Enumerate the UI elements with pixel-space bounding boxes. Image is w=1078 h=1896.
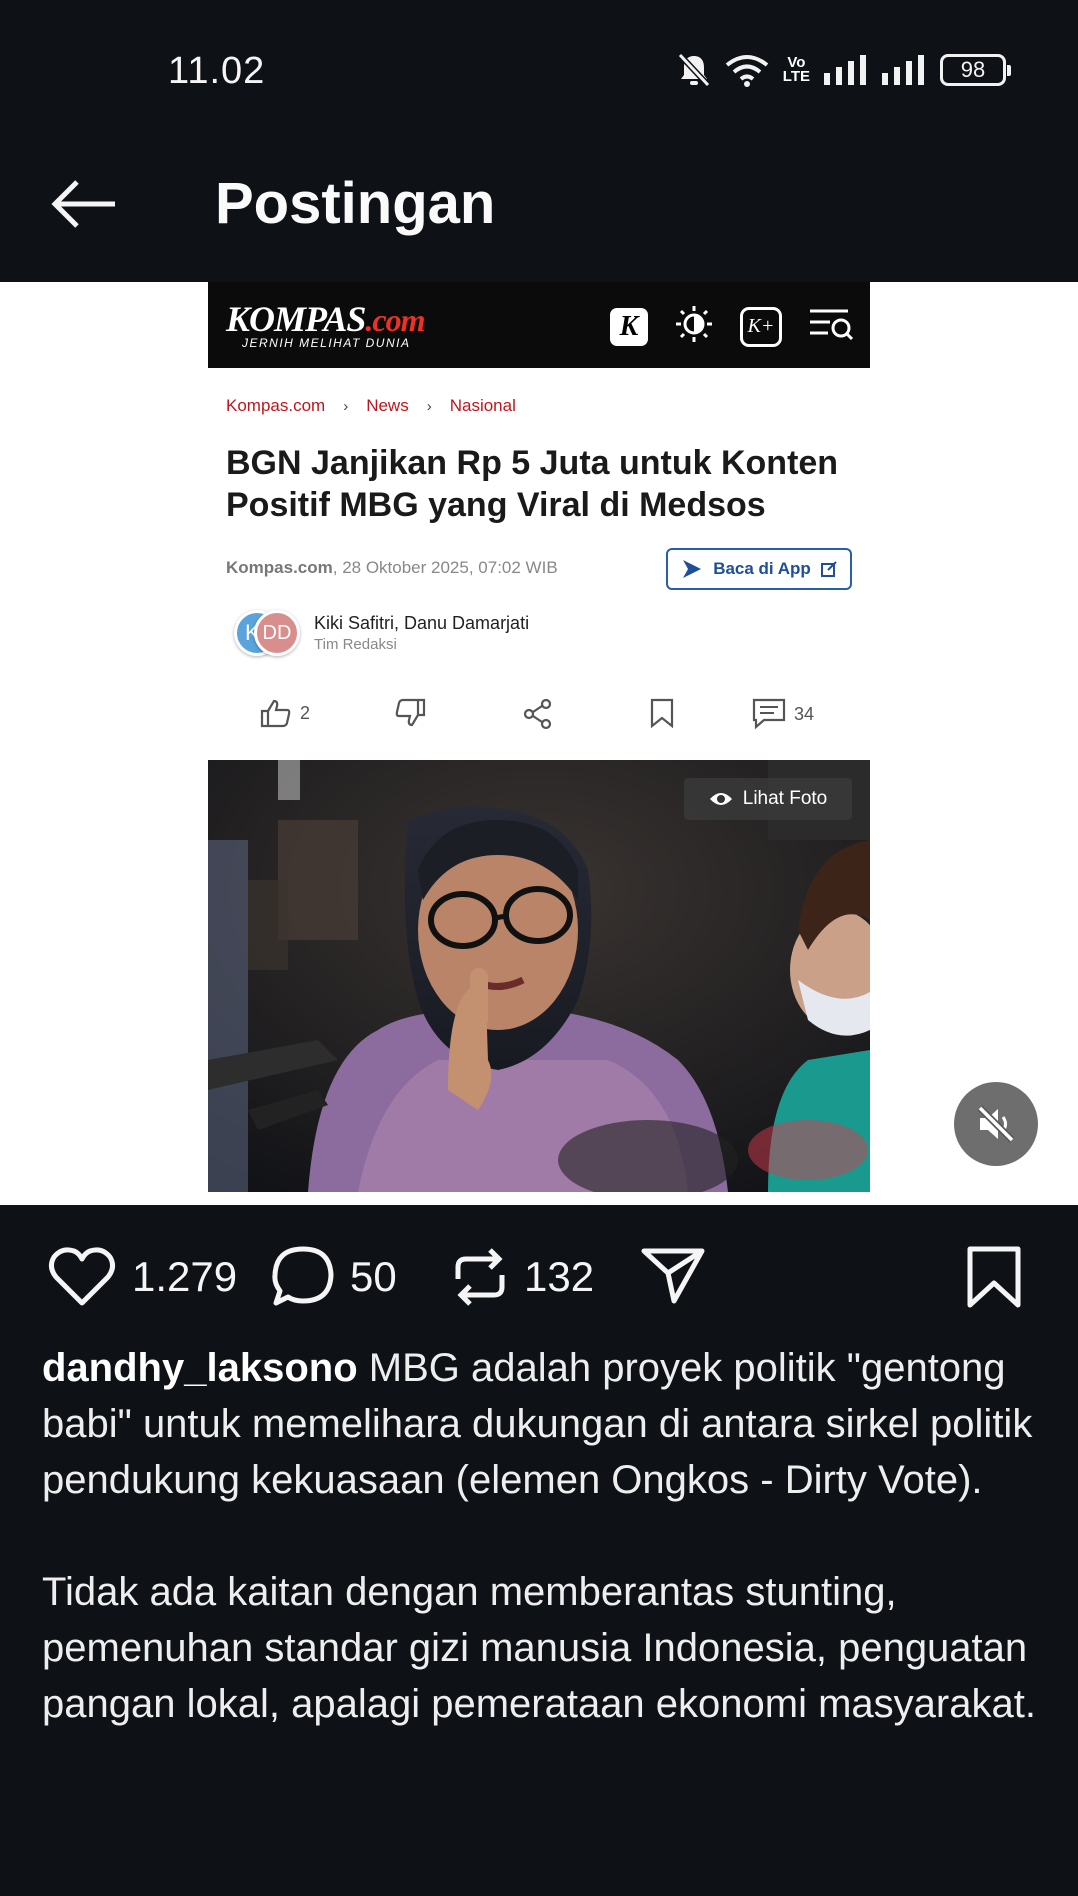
caption-paragraph: Tidak ada kaitan dengan memberantas stun… <box>42 1570 1036 1726</box>
comment-icon <box>752 698 786 730</box>
volte-icon: Vo LTE <box>782 54 810 85</box>
like-button[interactable]: 1.279 <box>46 1245 237 1309</box>
article-title: BGN Janjikan Rp 5 Juta untuk Konten Posi… <box>226 444 839 524</box>
author-names: Kiki Safitri, Danu Damarjati <box>314 613 530 633</box>
bell-muted-icon <box>677 52 711 88</box>
post-media[interactable]: KOMPAS.com JERNIH MELIHAT DUNIA K K+ Kom… <box>0 282 1078 1205</box>
arrow-left-icon <box>51 180 115 228</box>
breadcrumb-item: News <box>366 396 409 415</box>
kompas-navbar: KOMPAS.com JERNIH MELIHAT DUNIA K K+ <box>208 282 870 368</box>
kompas-logo: KOMPAS.com <box>226 299 425 339</box>
avatar: DD <box>254 610 300 656</box>
back-button[interactable] <box>44 174 124 234</box>
bookmark-reaction <box>648 698 676 728</box>
thumbs-up-icon <box>260 699 291 728</box>
chevron-right-icon: › <box>343 397 349 415</box>
heart-icon <box>48 1247 116 1306</box>
dislike-reaction <box>394 698 426 728</box>
external-link-icon <box>820 561 837 577</box>
thumbs-down-icon <box>395 698 426 727</box>
share-reaction <box>522 698 554 730</box>
view-photo-button: Lihat Foto <box>684 778 852 820</box>
volume-muted-icon <box>977 1105 1015 1143</box>
kplus-icon: K+ <box>740 306 782 347</box>
mute-button[interactable] <box>954 1082 1038 1166</box>
send-button[interactable] <box>640 1245 706 1305</box>
post-actions: 1.279 50 132 <box>0 1205 1078 1345</box>
save-button[interactable] <box>966 1245 1022 1309</box>
page-title: Postingan <box>215 171 496 236</box>
menu-search-icon <box>808 306 854 347</box>
wifi-icon <box>725 53 769 87</box>
top-header: Postingan <box>0 150 1078 282</box>
battery-icon: 98 <box>940 54 1011 86</box>
article-authors: K DD Kiki Safitri, Danu Damarjati Tim Re… <box>234 610 529 656</box>
bookmark-icon <box>650 698 674 728</box>
caption-paragraph: dandhy_laksono MBG adalah proyek politik… <box>42 1346 1033 1502</box>
article-screenshot: KOMPAS.com JERNIH MELIHAT DUNIA K K+ Kom… <box>208 282 870 1192</box>
breadcrumb: Kompas.com › News › Nasional <box>226 396 516 416</box>
like-count: 1.279 <box>132 1253 238 1300</box>
article-meta: Kompas.com, 28 Oktober 2025, 07:02 WIB <box>226 558 558 578</box>
like-reaction: 2 <box>260 698 310 728</box>
kompas-tools: K K+ <box>610 304 854 349</box>
send-icon <box>641 1248 705 1304</box>
share-icon <box>523 698 552 730</box>
post-caption: dandhy_laksono MBG adalah proyek politik… <box>42 1340 1042 1788</box>
k-icon: K <box>610 307 648 346</box>
kompas-tagline: JERNIH MELIHAT DUNIA <box>242 336 411 350</box>
article-reactions: 2 34 <box>208 690 870 740</box>
article-date: , 28 Oktober 2025, 07:02 WIB <box>332 558 558 577</box>
eye-icon <box>709 793 732 805</box>
chevron-right-icon: › <box>426 397 432 415</box>
brightness-icon <box>674 304 714 349</box>
repost-count: 132 <box>524 1253 595 1300</box>
breadcrumb-item: Nasional <box>449 396 516 415</box>
repost-button[interactable]: 132 <box>450 1245 594 1309</box>
comment-button[interactable]: 50 <box>270 1245 397 1309</box>
press-photo <box>208 760 870 1192</box>
status-time: 11.02 <box>168 50 266 92</box>
comment-reaction: 34 <box>752 698 814 730</box>
battery-level: 98 <box>960 57 986 82</box>
repost-icon <box>455 1248 505 1306</box>
article-source: Kompas.com <box>226 558 333 577</box>
author-team: Tim Redaksi <box>314 636 397 653</box>
comment-count: 50 <box>350 1253 397 1300</box>
signal-icon <box>882 55 926 85</box>
app-logo-icon <box>683 560 702 578</box>
post-username[interactable]: dandhy_laksono <box>42 1346 358 1390</box>
article-photo: Lihat Foto <box>208 760 870 1192</box>
read-in-app-button: Baca di App <box>666 548 852 590</box>
breadcrumb-item: Kompas.com <box>226 396 326 415</box>
comment-bubble-icon <box>272 1246 334 1306</box>
bookmark-icon <box>967 1246 1021 1308</box>
signal-icon <box>824 55 868 85</box>
status-bar: 11.02 Vo LTE 98 <box>0 0 1078 150</box>
status-icons: Vo LTE 98 <box>677 52 1011 88</box>
